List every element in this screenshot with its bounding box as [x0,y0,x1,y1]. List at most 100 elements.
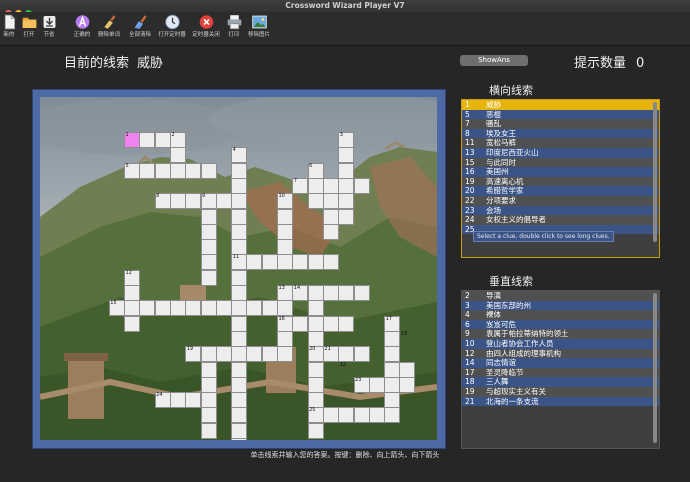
grid-cell[interactable] [277,285,293,301]
grid-cell[interactable] [353,177,370,194]
grid-cell[interactable] [200,223,217,240]
grid-cell[interactable] [307,193,324,210]
grid-cell[interactable] [338,162,355,179]
grid-cell[interactable] [246,300,263,317]
grid-cell[interactable] [338,193,355,210]
grid-cell[interactable] [124,315,140,332]
grid-cell[interactable] [200,392,217,409]
grid-cell[interactable] [185,346,202,363]
down-clue-row[interactable]: 10 登山者协会工作人员 [462,338,659,349]
start-timer-button[interactable]: 打开定时器 [155,13,189,39]
grid-cell[interactable] [169,300,186,317]
grid-cell[interactable] [399,361,416,378]
grid-cell[interactable] [154,162,171,179]
grid-cell[interactable] [353,346,370,363]
grid-cell[interactable] [231,223,248,240]
grid-cell[interactable] [338,132,355,148]
across-clue-row[interactable]: 16 美国州 [462,167,659,177]
grid-cell[interactable] [231,300,248,317]
grid-cell[interactable] [200,193,217,210]
clear-all-button[interactable]: 全部清除 [123,13,157,39]
grid-cell[interactable] [154,193,171,210]
down-clue-list[interactable]: 2 导演 3 美国东部的州 4 裸体 6 岌岌可危 9 袁属于帕拉蒂纳特的领土 10 登山者协会工作人… [461,290,660,449]
grid-cell[interactable] [368,376,385,393]
grid-cell[interactable] [124,132,140,148]
grid-cell[interactable] [322,407,339,424]
grid-cell[interactable] [231,392,248,409]
grid-cell[interactable] [338,346,355,363]
grid-cell[interactable] [231,193,248,210]
grid-cell[interactable] [200,269,217,286]
down-scrollbar[interactable] [653,293,657,443]
grid-cell[interactable] [307,162,324,179]
grid-cell[interactable] [338,315,355,332]
grid-cell[interactable] [200,422,217,439]
grid-cell[interactable] [292,254,309,271]
grid-cell[interactable] [338,208,355,225]
grid-cell[interactable] [231,285,248,301]
grid-cell[interactable] [307,422,324,439]
down-clue-row[interactable]: 4 裸体 [462,310,659,320]
across-scrollbar[interactable] [653,102,657,242]
down-clue-row[interactable]: 18 三人舞 [462,377,659,387]
grid-cell[interactable] [277,330,293,347]
down-clue-row[interactable]: 9 袁属于帕拉蒂纳特的领土 [462,329,659,339]
grid-cell[interactable] [338,285,355,301]
grid-cell[interactable] [277,300,293,317]
grid-cell[interactable] [231,422,248,439]
grid-cell[interactable] [169,162,186,179]
grid-cell[interactable] [307,177,324,194]
grid-cell[interactable] [338,177,355,194]
grid-cell[interactable] [292,285,309,301]
across-clue-row[interactable]: 23 会场 [462,205,659,216]
across-clue-row[interactable]: 5 恶棍 [462,109,659,120]
grid-cell[interactable] [124,285,140,301]
grid-cell[interactable] [384,392,401,409]
down-clue-row[interactable]: 6 岌岌可危 [462,319,659,330]
grid-cell[interactable] [169,132,186,148]
grid-cell[interactable] [231,208,248,225]
grid-cell[interactable] [338,407,355,424]
grid-cell[interactable] [338,147,355,164]
grid-cell[interactable] [353,376,370,393]
down-clue-row[interactable]: 14 同志情谊 [462,358,659,368]
grid-cell[interactable] [322,208,339,225]
across-clue-row[interactable]: 1 威胁 [462,100,659,110]
grid-cell[interactable] [322,346,339,363]
grid-cell[interactable] [307,376,324,393]
down-clue-row[interactable]: 21 北海的一条支流 [462,396,659,407]
grid-cell[interactable] [277,193,293,210]
grid-cell[interactable] [185,162,202,179]
grid-cell[interactable] [261,300,278,317]
grid-cell[interactable] [154,300,171,317]
grid-cell[interactable] [215,300,232,317]
grid-cell[interactable] [322,177,339,194]
grid-cell[interactable] [307,300,324,317]
grid-cell[interactable] [368,407,385,424]
grid-cell[interactable] [231,346,248,363]
grid-cell[interactable] [277,223,293,240]
grid-cell[interactable] [215,346,232,363]
grid-cell[interactable] [124,300,140,317]
grid-cell[interactable] [307,407,324,424]
grid-cell[interactable] [261,254,278,271]
grid-cell[interactable] [322,223,339,240]
across-clue-row[interactable]: 7 骚乱 [462,119,659,129]
grid-cell[interactable] [139,300,156,317]
grid-cell[interactable] [231,315,248,332]
grid-cell[interactable] [322,285,339,301]
grid-cell[interactable] [307,330,324,347]
grid-cell[interactable] [200,346,217,363]
grid-cell[interactable] [292,177,309,194]
grid-cell[interactable] [124,162,140,179]
grid-cell[interactable] [322,254,339,271]
delete-word-button[interactable]: 删除单词 [92,13,126,39]
grid-cell[interactable] [384,361,401,378]
across-clue-row[interactable]: 22 分项要求 [462,195,659,206]
down-clue-row[interactable]: 17 圣灵降临节 [462,367,659,378]
grid-cell[interactable] [231,330,248,347]
grid-cell[interactable] [154,132,171,148]
grid-cell[interactable] [231,254,248,271]
down-clue-row[interactable]: 3 美国东部的州 [462,300,659,311]
across-clue-row[interactable]: 20 希腊哲学家 [462,186,659,196]
